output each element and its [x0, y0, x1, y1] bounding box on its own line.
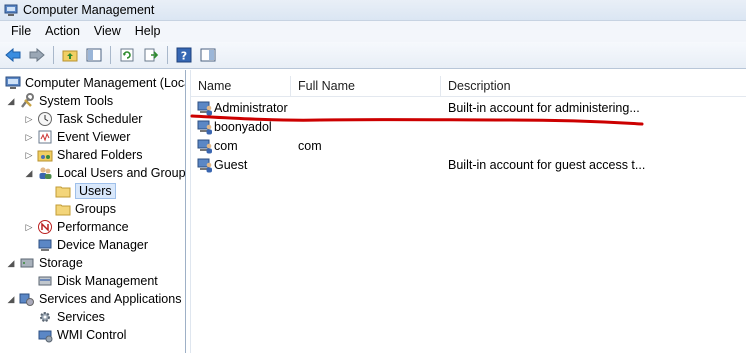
tree-item-event-viewer[interactable]: ▷ Event Viewer [24, 128, 131, 146]
event-viewer-icon [37, 129, 53, 145]
menu-help[interactable]: Help [128, 21, 168, 42]
tree-item-system-tools[interactable]: ◢ System Tools [6, 92, 113, 110]
collapse-arrow-icon[interactable]: ◢ [24, 168, 34, 179]
tree-item-wmi-control[interactable]: WMI Control [24, 326, 126, 344]
column-header-full-name[interactable]: Full Name [291, 76, 441, 97]
tree-item-label: Event Viewer [57, 130, 131, 144]
tree-item-label: Computer Management (Local [25, 76, 186, 90]
expand-arrow-icon[interactable]: ▷ [24, 150, 34, 161]
device-manager-icon [37, 237, 53, 253]
storage-icon [19, 255, 35, 271]
console-tree: Computer Management (Local ◢ System Tools ▷… [0, 70, 186, 353]
performance-icon [37, 219, 53, 235]
tree-item-device-manager[interactable]: Device Manager [24, 236, 148, 254]
tree-item-users-groups[interactable]: ◢ Local Users and Groups [24, 164, 186, 182]
refresh-icon[interactable] [116, 45, 138, 66]
show-hide-tree-icon[interactable] [83, 45, 105, 66]
tree-item-label: Services [57, 310, 105, 324]
tree-item-clock[interactable]: ▷ Task Scheduler [24, 110, 142, 128]
toolbar-separator [167, 46, 168, 64]
user-account-icon [197, 158, 213, 173]
tree-item-services-gear[interactable]: Services [24, 308, 105, 326]
folder-icon [55, 183, 71, 199]
tree-item-label: Performance [57, 220, 129, 234]
tree-item-label: Groups [75, 202, 116, 216]
user-description-cell: Built-in account for guest access t... [448, 158, 646, 172]
users-groups-icon [37, 165, 53, 181]
column-header-name[interactable]: Name [191, 76, 291, 97]
forward-arrow-icon[interactable] [26, 45, 48, 66]
collapse-arrow-icon[interactable]: ◢ [6, 96, 16, 107]
menu-action[interactable]: Action [38, 21, 87, 42]
expand-arrow-icon[interactable]: ▷ [24, 132, 34, 143]
tree-item-computer-management[interactable]: Computer Management (Local [2, 74, 186, 92]
toolbar-separator [110, 46, 111, 64]
tree-item-label: Task Scheduler [57, 112, 143, 126]
menu-bar: File Action View Help [0, 21, 746, 42]
folder-icon [55, 201, 71, 217]
menu-file[interactable]: File [4, 21, 38, 42]
collapse-arrow-icon[interactable]: ◢ [6, 258, 16, 269]
shared-folder-icon [37, 147, 53, 163]
toolbar: ? [0, 42, 746, 69]
tree-item-label: Services and Applications [39, 292, 182, 306]
user-full-name-cell: com [298, 139, 322, 153]
export-list-icon[interactable] [140, 45, 162, 66]
help-icon[interactable]: ? [173, 45, 195, 66]
collapse-arrow-icon[interactable]: ◢ [6, 294, 16, 305]
tree-item-storage[interactable]: ◢ Storage [6, 254, 83, 272]
tree-item-disk-management[interactable]: Disk Management [24, 272, 158, 290]
tree-item-label: Local Users and Groups [57, 166, 186, 180]
tree-item-performance[interactable]: ▷ Performance [24, 218, 129, 236]
disk-management-icon [37, 273, 53, 289]
user-name-cell: Guest [214, 158, 248, 172]
toolbar-separator [53, 46, 54, 64]
tree-item-folder[interactable]: Users [42, 182, 116, 200]
tree-item-services-applications[interactable]: ◢ Services and Applications [6, 290, 181, 308]
tree-item-label: Disk Management [57, 274, 158, 288]
computer-management-icon [4, 3, 18, 17]
system-tools-icon [19, 93, 35, 109]
table-row[interactable]: Guest Built-in account for guest access t… [191, 156, 746, 175]
services-applications-icon [19, 291, 35, 307]
services-gear-icon [37, 309, 53, 325]
user-name-cell: com [214, 139, 238, 153]
tree-item-shared-folder[interactable]: ▷ Shared Folders [24, 146, 143, 164]
list-header: Name Full Name Description [191, 76, 746, 97]
computer-management-icon [5, 75, 21, 91]
svg-text:?: ? [181, 50, 187, 63]
window-title: Computer Management [23, 3, 155, 17]
tree-item-label: Shared Folders [57, 148, 143, 162]
tree-item-label: Storage [39, 256, 83, 270]
tree-item-label: Users [75, 183, 116, 199]
red-underline-annotation [190, 114, 644, 126]
tree-item-label: System Tools [39, 94, 114, 108]
column-header-description[interactable]: Description [441, 76, 741, 97]
title-bar: Computer Management [0, 0, 746, 21]
tree-item-label: Device Manager [57, 238, 149, 252]
expand-arrow-icon[interactable]: ▷ [24, 114, 34, 125]
tree-item-label: WMI Control [57, 328, 127, 342]
tree-item-folder[interactable]: Groups [42, 200, 116, 218]
table-row[interactable]: com com [191, 137, 746, 156]
menu-view[interactable]: View [87, 21, 128, 42]
wmi-control-icon [37, 327, 53, 343]
show-action-pane-icon[interactable] [197, 45, 219, 66]
expand-arrow-icon[interactable]: ▷ [24, 222, 34, 233]
back-arrow-icon[interactable] [2, 45, 24, 66]
user-account-icon [197, 139, 213, 154]
up-folder-icon[interactable] [59, 45, 81, 66]
clock-icon [37, 111, 53, 127]
